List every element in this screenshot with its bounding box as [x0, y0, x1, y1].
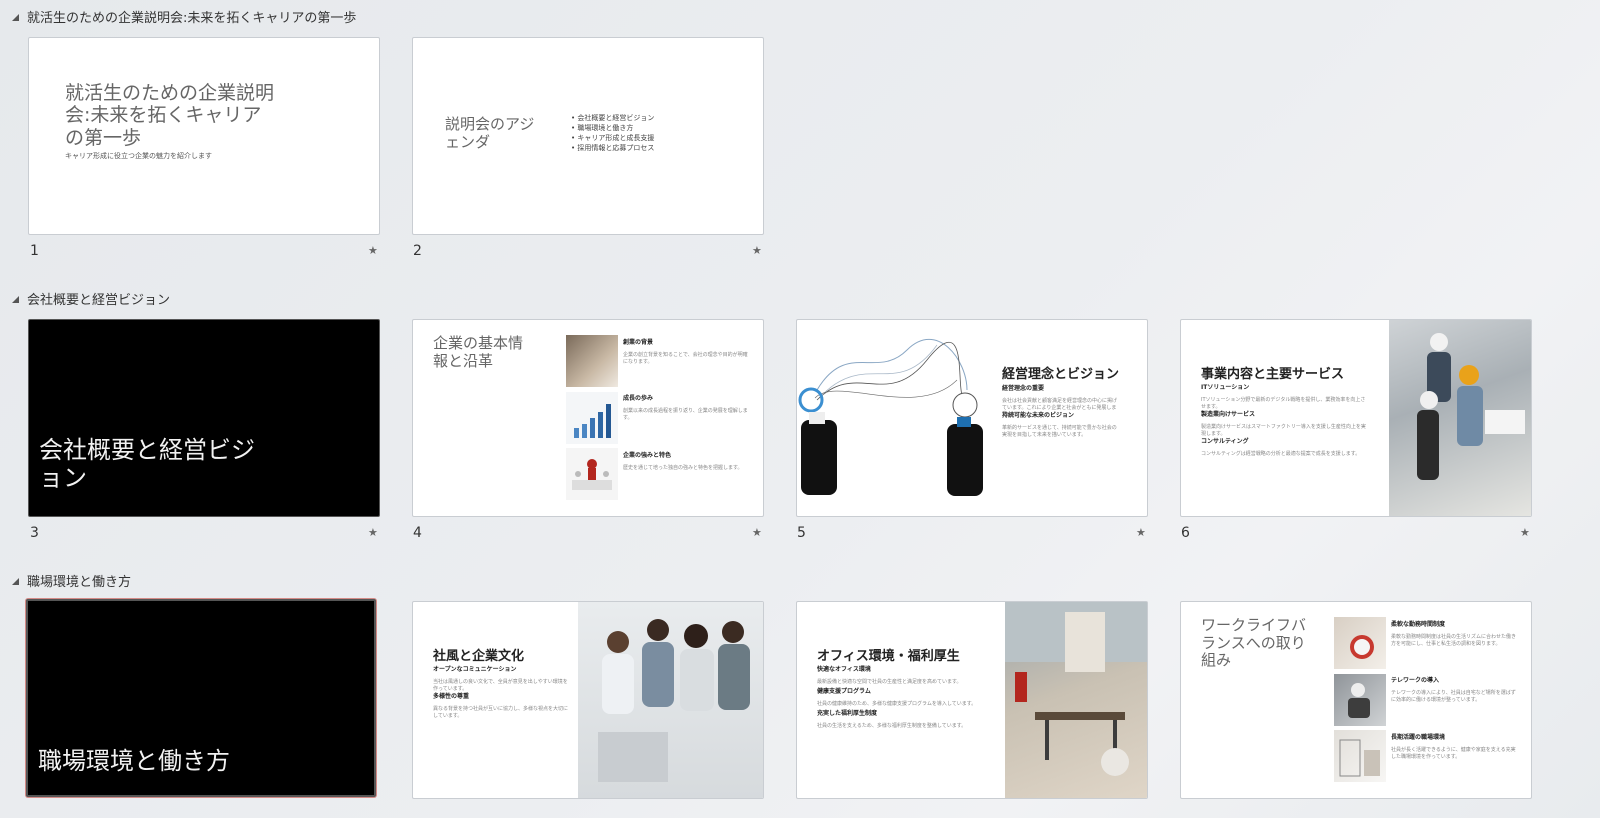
item-heading: 健康支援プログラム — [817, 688, 871, 695]
section-label: 会社概要と経営ビジョン — [27, 292, 171, 308]
chess-piece-image — [566, 448, 618, 500]
meeting-photo — [566, 335, 618, 387]
engineers-photo — [1389, 320, 1531, 516]
item-heading: 多様性の尊重 — [433, 693, 470, 700]
slide-title: 社風と企業文化 — [433, 649, 525, 664]
slide-thumbnail-3[interactable]: 会社概要と経営ビジョン — [28, 319, 380, 517]
section-label: 職場環境と働き方 — [27, 574, 132, 590]
item-heading: 成長の歩み — [623, 395, 654, 402]
slide-sorter-view: 就活生のための企業説明会:未来を拓くキャリアの第一歩 就活生のための企業説明会:… — [0, 0, 1600, 818]
shelf-photo — [1334, 730, 1386, 782]
item-text: 異なる背景を持つ社員が互いに協力し、多様な視点を大切にしています。 — [433, 706, 569, 719]
item-heading: コンサルティング — [1201, 438, 1249, 445]
item-heading: 持続可能な未来のビジョン — [1002, 412, 1075, 419]
clock-photo — [1334, 617, 1386, 669]
item-text: 柔軟な勤務時間制度は社員の生活リズムに合わせた働き方を可能にし、仕事と私生活の調… — [1391, 634, 1517, 647]
section-header-1[interactable]: 就活生のための企業説明会:未来を拓くキャリアの第一歩 — [12, 6, 356, 26]
item-heading: オープンなコミュニケーション — [433, 666, 517, 673]
collapse-triangle-icon[interactable] — [12, 295, 19, 303]
office-photo — [1005, 602, 1147, 798]
item-text: 歴史を通じて培った独自の強みと特色を把握します。 — [623, 465, 743, 471]
item-text: 社員が長く活躍できるように、健康や家庭を支える充実した職場環境を作っています。 — [1391, 747, 1516, 760]
item-heading: 長期活躍の職場環境 — [1391, 734, 1446, 741]
item-text: 創業以来の成長過程を振り返り、企業の発展を理解します。 — [623, 408, 748, 421]
item-heading: 充実した福利厚生制度 — [817, 710, 878, 717]
slide-number: 4 — [413, 525, 422, 541]
item-block: 多様性の尊重 異なる背景を持つ社員が互いに協力し、多様な視点を大切にしています。 — [433, 691, 568, 725]
section-header-3[interactable]: 職場環境と働き方 — [12, 570, 131, 590]
slide-thumbnail-6[interactable]: 事業内容と主要サービス ITソリューション ITソリューション分野で最新のデジタ… — [1180, 319, 1532, 517]
item-heading: ITソリューション — [1201, 384, 1250, 391]
section-label: 就活生のための企業説明会:未来を拓くキャリアの第一歩 — [27, 10, 357, 26]
item-text: 最新設備と快適な空間で社員の生産性と満足度を高めています。 — [817, 679, 962, 685]
star-icon: ★ — [368, 526, 378, 539]
item-block: 企業の強みと特色 歴史を通じて培った独自の強みと特色を把握します。 — [623, 450, 753, 478]
item-block: 充実した福利厚生制度 社員の生活を支えるため、多様な福利厚生制度を整備しています… — [817, 708, 977, 736]
collapse-triangle-icon[interactable] — [12, 13, 19, 21]
slide-title: 会社概要と経営ビジョン — [39, 436, 255, 493]
star-icon: ★ — [752, 526, 762, 539]
star-icon: ★ — [752, 244, 762, 257]
slide-title: 事業内容と主要サービス — [1201, 367, 1345, 382]
slide-number: 6 — [1181, 525, 1190, 541]
item-text: 革新的サービスを通じて、持続可能で豊かな社会の実現を目指して未来を描いています。 — [1002, 425, 1117, 438]
slide-thumbnail-5[interactable]: 経営理念とビジョン 経営理念の重要 会社は社会貢献と顧客満足を経営理念の中心に掲… — [796, 319, 1148, 517]
team-photo — [578, 602, 763, 798]
slide-thumbnail-7[interactable]: 職場環境と働き方 — [26, 599, 376, 797]
slide-subtitle: キャリア形成に役立つ企業の魅力を紹介します — [65, 152, 212, 160]
telework-photo — [1334, 674, 1386, 726]
item-block: コンサルティング コンサルティングは経営戦略の分析と最適な提案で成長を支援します… — [1201, 436, 1366, 464]
slide-thumbnail-2[interactable]: 説明会のアジェンダ 会社概要と経営ビジョン 職場環境と働き方 キャリア形成と成長… — [412, 37, 764, 235]
slide-title: 説明会のアジェンダ — [445, 115, 535, 151]
collapse-triangle-icon[interactable] — [12, 577, 19, 585]
agenda-item: 採用情報と応募プロセス — [571, 143, 654, 153]
star-icon: ★ — [368, 244, 378, 257]
slide-title: 企業の基本情報と沿革 — [433, 334, 524, 370]
slide-number: 3 — [30, 525, 39, 541]
item-heading: 経営理念の重要 — [1002, 385, 1045, 392]
slide-thumbnail-8[interactable]: 社風と企業文化 オープンなコミュニケーション 当社は風通しの良い文化で、全員が意… — [412, 601, 764, 799]
slide-number: 2 — [413, 243, 422, 259]
slide-title: 職場環境と働き方 — [38, 747, 230, 775]
slide-title: オフィス環境・福利厚生 — [817, 649, 960, 664]
star-icon: ★ — [1136, 526, 1146, 539]
item-heading: テレワークの導入 — [1391, 677, 1440, 684]
item-heading: 製造業向けサービス — [1201, 411, 1256, 418]
item-block: 持続可能な未来のビジョン 革新的サービスを通じて、持続可能で豊かな社会の実現を目… — [1002, 410, 1120, 444]
item-block: 創業の背景 企業の創立背景を知ることで、会社の理念や目的が明確になります。 — [623, 337, 748, 371]
section-header-2[interactable]: 会社概要と経営ビジョン — [12, 288, 170, 308]
agenda-list: 会社概要と経営ビジョン 職場環境と働き方 キャリア形成と成長支援 採用情報と応募… — [571, 113, 654, 154]
agenda-item: キャリア形成と成長支援 — [571, 133, 654, 143]
item-block: テレワークの導入 テレワークの導入により、社員は自宅など場所を選ばずに効率的に働… — [1391, 675, 1516, 709]
item-heading: 快適なオフィス環境 — [817, 666, 871, 673]
item-block: 柔軟な勤務時間制度 柔軟な勤務時間制度は社員の生活リズムに合わせた働き方を可能に… — [1391, 619, 1516, 653]
item-text: 企業の創立背景を知ることで、会社の理念や目的が明確になります。 — [623, 352, 748, 365]
slide-title: 経営理念とビジョン — [1002, 367, 1120, 382]
agenda-item: 職場環境と働き方 — [571, 123, 654, 133]
item-text: 社員の生活を支えるため、多様な福利厚生制度を整備しています。 — [817, 723, 967, 729]
slide-title: 就活生のための企業説明会:未来を拓くキャリアの第一歩 — [65, 82, 275, 149]
slide-thumbnail-1[interactable]: 就活生のための企業説明会:未来を拓くキャリアの第一歩 キャリア形成に役立つ企業の… — [28, 37, 380, 235]
growth-chart-image — [566, 392, 618, 444]
business-people-illustration — [798, 338, 983, 496]
item-heading: 創業の背景 — [623, 339, 654, 346]
slide-number: 1 — [30, 243, 39, 259]
star-icon: ★ — [1520, 526, 1530, 539]
item-text: 社員の健康維持のため、多様な健康支援プログラムを導入しています。 — [817, 701, 977, 707]
item-heading: 企業の強みと特色 — [623, 452, 672, 459]
item-heading: 柔軟な勤務時間制度 — [1391, 621, 1446, 628]
item-text: コンサルティングは経営戦略の分析と最適な提案で成長を支援します。 — [1201, 451, 1361, 457]
item-block: 成長の歩み 創業以来の成長過程を振り返り、企業の発展を理解します。 — [623, 393, 748, 427]
slide-number: 5 — [797, 525, 806, 541]
slide-thumbnail-9[interactable]: オフィス環境・福利厚生 快適なオフィス環境 最新設備と快適な空間で社員の生産性と… — [796, 601, 1148, 799]
slide-thumbnail-10[interactable]: ワークライフバランスへの取り組み 柔軟な勤務時間制度 柔軟な勤務時間制度は社員の… — [1180, 601, 1532, 799]
agenda-item: 会社概要と経営ビジョン — [571, 113, 654, 123]
item-block: 長期活躍の職場環境 社員が長く活躍できるように、健康や家庭を支える充実した職場環… — [1391, 732, 1516, 766]
slide-title: ワークライフバランスへの取り組み — [1201, 616, 1307, 670]
item-text: テレワークの導入により、社員は自宅など場所を選ばずに効率的に働ける環境が整ってい… — [1391, 690, 1516, 703]
slide-thumbnail-4[interactable]: 企業の基本情報と沿革 創業の背景 企業の創立背景を知ることで、会社の理念や目的が — [412, 319, 764, 517]
